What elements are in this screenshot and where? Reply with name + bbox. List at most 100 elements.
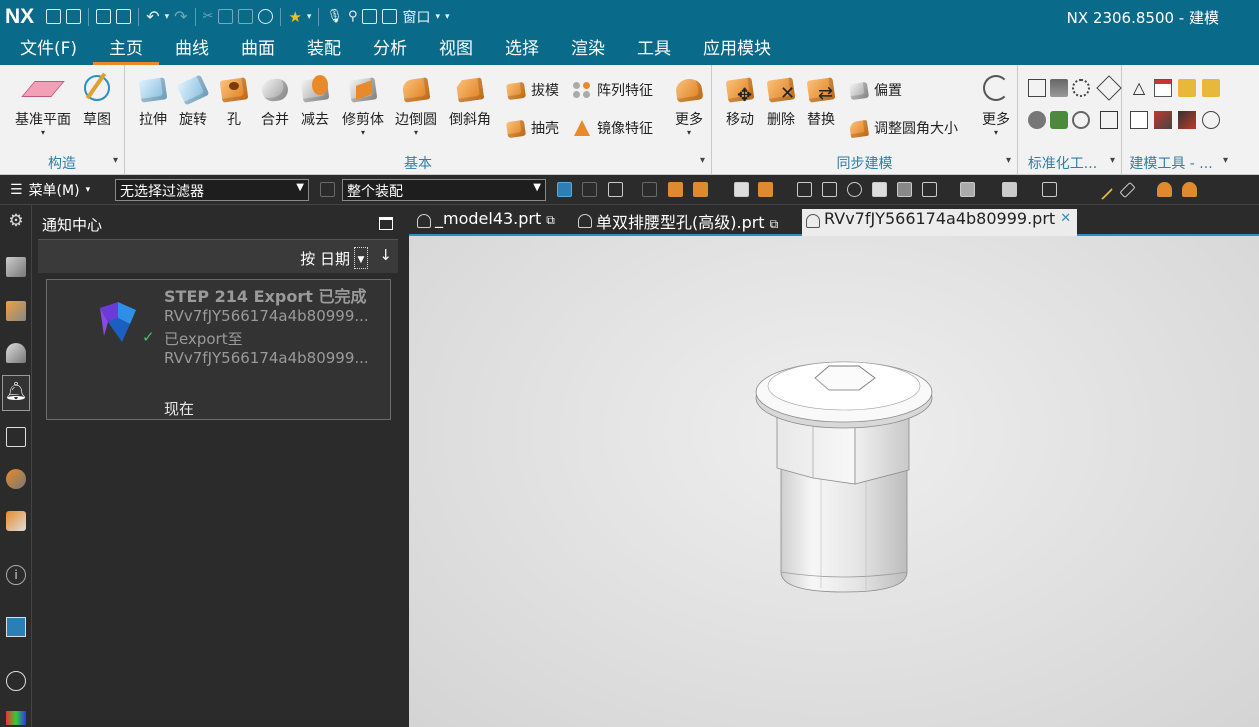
- offset-region-button[interactable]: 偏置: [848, 79, 902, 101]
- microphone-icon[interactable]: 🎙︎: [326, 9, 343, 24]
- menu-select[interactable]: 选择: [489, 34, 555, 65]
- zoom-icon[interactable]: [822, 182, 837, 197]
- menu-render[interactable]: 渲染: [555, 34, 621, 65]
- rotate-view-icon[interactable]: [847, 182, 862, 197]
- constraint-navigator-icon[interactable]: [6, 301, 26, 321]
- close-tab-icon[interactable]: ✕: [1060, 211, 1071, 226]
- touch-mode-icon[interactable]: ⚲: [348, 9, 358, 24]
- display-icon[interactable]: [1002, 182, 1017, 197]
- system-materials-icon[interactable]: [6, 711, 26, 725]
- copy-icon[interactable]: [218, 9, 234, 24]
- users-icon[interactable]: [1182, 182, 1197, 197]
- layers-icon[interactable]: [1050, 79, 1068, 97]
- sketch-button[interactable]: 草图: [73, 71, 121, 129]
- menu-curve[interactable]: 曲线: [159, 34, 225, 65]
- tab-model43[interactable]: _model43.prt ⧉: [413, 209, 555, 236]
- more-sync-button[interactable]: 更多 ▾: [972, 71, 1020, 137]
- group-expand-icon[interactable]: ▾: [1110, 155, 1115, 166]
- group-expand-icon[interactable]: ▾: [1223, 155, 1228, 166]
- layer-settings-icon[interactable]: [1042, 182, 1057, 197]
- gear-part-icon[interactable]: [1072, 79, 1090, 97]
- more-basic-button[interactable]: 更多 ▾: [665, 71, 713, 137]
- palette-icon[interactable]: [6, 617, 26, 637]
- main-menu-button[interactable]: ☰ 菜单(M) ▾: [10, 180, 90, 200]
- edge-blend-button[interactable]: 边倒圆 ▾: [392, 71, 440, 137]
- reuse-library-icon[interactable]: [6, 427, 26, 447]
- menu-file[interactable]: 文件(F): [0, 34, 93, 65]
- tab-pin-icon[interactable]: ⧉: [546, 213, 555, 227]
- shell-button[interactable]: 抽壳: [505, 117, 559, 139]
- part-icon[interactable]: [758, 182, 773, 197]
- menu-home[interactable]: 主页: [93, 34, 160, 65]
- menu-analysis[interactable]: 分析: [357, 34, 423, 65]
- web-browser-icon[interactable]: [6, 511, 26, 531]
- assembly-navigator-icon[interactable]: [6, 257, 26, 277]
- fastener-icon[interactable]: [1028, 111, 1046, 129]
- mirror-feature-button[interactable]: 镜像特征: [571, 117, 653, 139]
- note-icon[interactable]: [1130, 111, 1148, 129]
- select-edge-icon[interactable]: [582, 182, 597, 197]
- tab-waist-hole[interactable]: 单双排腰型孔(高级).prt ⧉: [574, 209, 778, 236]
- select-body-icon[interactable]: [668, 182, 683, 197]
- solid-icon[interactable]: [734, 182, 749, 197]
- group-expand-icon[interactable]: ▾: [700, 155, 705, 166]
- replace-face-button[interactable]: ⇄ 替换: [797, 71, 845, 129]
- group-expand-icon[interactable]: ▾: [113, 155, 118, 166]
- maximize-icon[interactable]: [379, 217, 393, 230]
- user-icon[interactable]: [1157, 182, 1172, 197]
- datum-plane-button[interactable]: 基准平面 ▾: [8, 71, 78, 137]
- brush-icon[interactable]: [1154, 111, 1172, 129]
- window-dropdown-icon[interactable]: ▾: [435, 12, 440, 22]
- undo-icon[interactable]: ↶: [146, 7, 159, 26]
- repeat-command-icon[interactable]: [258, 9, 274, 24]
- window-icon[interactable]: [382, 9, 398, 24]
- notification-card[interactable]: ✓ STEP 214 Export 已完成 RVv7fJY566174a4b80…: [46, 279, 391, 420]
- shaded-edges-icon[interactable]: [897, 182, 912, 197]
- settings-part-icon[interactable]: [1072, 111, 1090, 129]
- chamfer-button[interactable]: 倒斜角: [446, 71, 494, 129]
- camera-icon[interactable]: [960, 182, 975, 197]
- select-feature-icon[interactable]: [608, 182, 623, 197]
- puzzle-icon[interactable]: [1100, 111, 1118, 129]
- orient-view-icon[interactable]: [922, 182, 937, 197]
- tab-pin-icon[interactable]: ⧉: [770, 217, 779, 231]
- save-as-icon[interactable]: [116, 9, 132, 24]
- triangle-icon[interactable]: △: [1130, 79, 1148, 97]
- favorites-dropdown-icon[interactable]: ▾: [307, 12, 312, 22]
- menu-tools[interactable]: 工具: [621, 34, 687, 65]
- fit-view-icon[interactable]: [797, 182, 812, 197]
- sort-dropdown-icon[interactable]: ▼: [354, 247, 368, 269]
- pencil-icon[interactable]: [1091, 178, 1114, 201]
- measure-icon[interactable]: [1119, 181, 1136, 199]
- draft-button[interactable]: 拔模: [505, 79, 559, 101]
- info-icon[interactable]: i: [6, 565, 26, 585]
- menu-application[interactable]: 应用模块: [687, 34, 787, 65]
- menu-view[interactable]: 视图: [423, 34, 489, 65]
- sort-direction-icon[interactable]: ↓: [379, 246, 392, 264]
- standard-part-icon[interactable]: [1028, 79, 1046, 97]
- render-style-icon[interactable]: [872, 182, 887, 197]
- cut-icon[interactable]: ✂: [203, 9, 214, 24]
- type-filter-select[interactable]: 无选择过滤器 ▼: [115, 179, 309, 201]
- table-icon[interactable]: [1154, 79, 1172, 97]
- paint-icon[interactable]: [1178, 111, 1196, 129]
- pattern-feature-button[interactable]: 阵列特征: [571, 79, 653, 101]
- snap-point-icon[interactable]: [642, 182, 657, 197]
- subtract-button[interactable]: 减去: [291, 71, 339, 129]
- switch-window-icon[interactable]: [362, 9, 378, 24]
- filter-icon[interactable]: [320, 182, 335, 197]
- connector-icon[interactable]: [1050, 111, 1068, 129]
- trim-body-button[interactable]: 修剪体 ▾: [339, 71, 387, 137]
- select-face-icon[interactable]: [557, 182, 572, 197]
- tab-rvv7fjy[interactable]: RVv7fJY566174a4b80999.prt ✕: [802, 209, 1078, 236]
- redo-icon[interactable]: ↷: [174, 7, 187, 26]
- save-icon[interactable]: [96, 9, 112, 24]
- selection-scope-select[interactable]: 整个装配 ▼: [342, 179, 546, 201]
- group-expand-icon[interactable]: ▾: [1006, 155, 1011, 166]
- select-component-icon[interactable]: [693, 182, 708, 197]
- history-clock-icon[interactable]: [6, 671, 26, 691]
- undo-dropdown-icon[interactable]: ▾: [165, 12, 170, 22]
- menu-assembly[interactable]: 装配: [291, 34, 357, 65]
- rivet-nut-model[interactable]: [749, 346, 949, 606]
- customize-dropdown-icon[interactable]: ▾: [445, 12, 450, 22]
